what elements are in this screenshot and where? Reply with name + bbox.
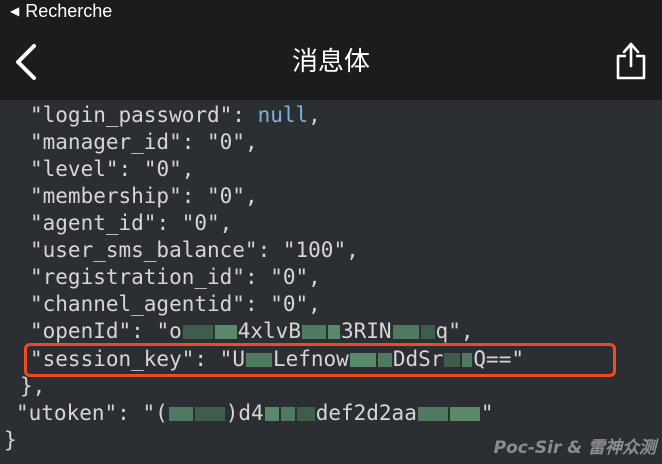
json-line-openid: "openId": "o 4xlvB 3RIN q", — [30, 318, 474, 345]
json-sep: : — [244, 292, 271, 316]
pixelated-redaction — [280, 407, 295, 421]
json-value-part: " — [480, 401, 494, 425]
json-comma: , — [308, 265, 321, 289]
json-key: "user_sms_balance" — [30, 238, 258, 262]
json-value-part: 4xlvB — [237, 319, 301, 343]
share-button[interactable] — [614, 38, 648, 82]
json-line-user-sms-balance: "user_sms_balance": "100", — [30, 237, 359, 264]
json-key: "agent_id" — [30, 211, 157, 235]
pixelated-redaction — [214, 325, 237, 339]
back-button[interactable] — [10, 42, 44, 82]
pixelated-redaction — [449, 407, 480, 421]
json-sep: : — [181, 184, 208, 208]
pixelated-redaction — [194, 407, 225, 421]
json-value: "0" — [270, 292, 309, 316]
json-key: "registration_id" — [30, 265, 245, 289]
back-app-label: Recherche — [25, 1, 113, 21]
json-value-part: 3RIN — [340, 319, 392, 343]
json-line-agent-id: "agent_id": "0", — [30, 210, 232, 237]
json-key: "utoken" — [16, 401, 118, 425]
session-key-highlight-box — [24, 343, 616, 377]
json-comma: , — [308, 103, 321, 127]
navigation-bar: 消息体 — [0, 24, 662, 100]
json-comma: , — [181, 157, 195, 181]
json-body-view[interactable]: "login_password": null, "manager_id": "0… — [0, 100, 662, 464]
json-key: "manager_id" — [30, 130, 182, 154]
json-value: "0" — [270, 265, 309, 289]
pixelated-redaction — [417, 407, 448, 421]
pixelated-redaction — [168, 407, 193, 421]
json-comma: , — [460, 319, 474, 343]
json-line-channel-agentid: "channel_agentid": "0", — [30, 291, 321, 318]
json-sep: : — [232, 103, 258, 127]
json-sep: : — [257, 238, 283, 262]
json-value: null — [257, 103, 309, 127]
json-line-membership: "membership": "0", — [30, 183, 258, 210]
json-close-outer-brace: } — [4, 428, 17, 452]
json-key: "channel_agentid" — [30, 292, 245, 316]
json-comma: , — [244, 184, 258, 208]
json-key: "level" — [30, 157, 119, 181]
json-line-level: "level": "0", — [30, 156, 194, 183]
pixelated-redaction — [301, 325, 326, 339]
json-comma: , — [219, 211, 233, 235]
watermark-text: Poc-Sir & 雷神众测 — [493, 438, 656, 458]
pixelated-redaction — [264, 407, 279, 421]
page-title: 消息体 — [291, 47, 370, 77]
share-icon — [616, 42, 646, 80]
chevron-left-icon — [16, 44, 36, 80]
back-triangle-icon: ◀ — [10, 4, 20, 18]
json-sep: : — [131, 319, 157, 343]
json-key: "openId" — [30, 319, 132, 343]
pixelated-redaction — [392, 325, 419, 339]
json-key: "membership" — [30, 184, 182, 208]
json-sep: : — [117, 401, 143, 425]
back-to-app-link[interactable]: ◀ Recherche — [10, 0, 112, 22]
json-line-utoken: "utoken": "( )d4 def2d2aa " — [16, 400, 494, 427]
json-value: "0" — [143, 157, 182, 181]
json-sep: : — [156, 211, 182, 235]
pixelated-redaction — [296, 407, 315, 421]
json-line-registration-id: "registration_id": "0", — [30, 264, 321, 291]
json-line-manager-id: "manager_id": "0", — [30, 129, 258, 156]
pixelated-redaction — [182, 325, 213, 339]
json-value: "0" — [181, 211, 220, 235]
json-close-inner-brace: }, — [20, 374, 46, 398]
json-value-part: def2d2aa — [315, 401, 417, 425]
status-bar: ◀ Recherche — [0, 0, 662, 24]
json-sep: : — [181, 130, 208, 154]
json-value: "100" — [282, 238, 347, 262]
json-value-part: "( — [142, 401, 168, 425]
json-comma: , — [308, 292, 321, 316]
json-value: "0" — [207, 130, 245, 154]
pixelated-redaction — [420, 325, 435, 339]
json-value-part: "o — [156, 319, 182, 343]
json-key: "login_password" — [30, 103, 233, 127]
json-sep: : — [244, 265, 271, 289]
json-value: "0" — [207, 184, 245, 208]
json-value-part: )d4 — [225, 401, 264, 425]
json-comma: , — [244, 130, 258, 154]
pixelated-redaction — [327, 325, 340, 339]
json-comma: , — [346, 238, 359, 262]
json-line-login-password: "login_password": null, — [30, 102, 321, 129]
screen: ◀ Recherche 消息体 "login_password": null, … — [0, 0, 662, 464]
json-sep: : — [118, 157, 144, 181]
json-value-part: q" — [435, 319, 461, 343]
